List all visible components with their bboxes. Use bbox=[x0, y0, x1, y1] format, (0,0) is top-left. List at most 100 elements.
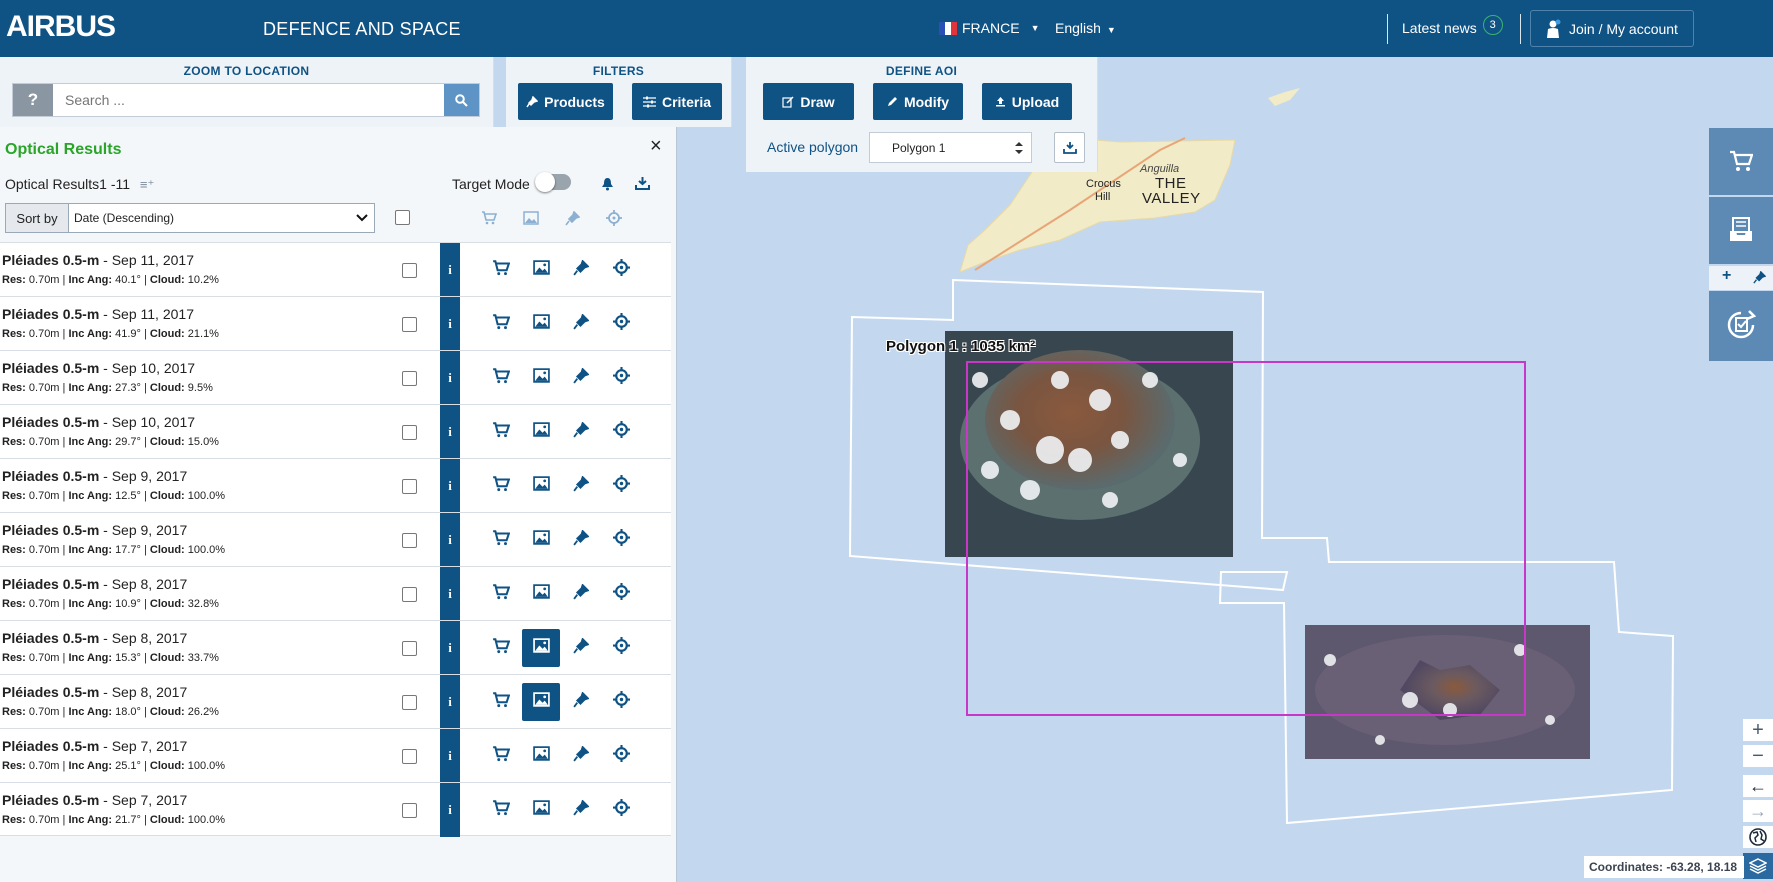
result-checkbox[interactable] bbox=[402, 317, 417, 332]
preview-image-button[interactable] bbox=[522, 791, 560, 829]
info-button[interactable]: i bbox=[440, 567, 460, 621]
result-checkbox[interactable] bbox=[402, 641, 417, 656]
pin-button[interactable] bbox=[562, 629, 600, 667]
list-options-icon[interactable]: ≡⁺ bbox=[140, 177, 154, 192]
target-mode-toggle[interactable] bbox=[535, 172, 571, 192]
pin-button[interactable] bbox=[562, 413, 600, 451]
info-button[interactable]: i bbox=[440, 351, 460, 405]
globe-icon[interactable] bbox=[1743, 826, 1773, 848]
result-row[interactable]: Pléiades 0.5-m - Sep 7, 2017 Res: 0.70m … bbox=[0, 728, 671, 783]
download-polygon-button[interactable] bbox=[1054, 132, 1085, 163]
add-to-cart-button[interactable] bbox=[482, 791, 520, 829]
target-icon[interactable] bbox=[606, 210, 622, 226]
locate-button[interactable] bbox=[602, 467, 640, 505]
locate-button[interactable] bbox=[602, 791, 640, 829]
close-results-button[interactable]: × bbox=[650, 135, 662, 158]
preview-image-button[interactable] bbox=[522, 575, 560, 613]
zoom-in-button[interactable]: + bbox=[1743, 719, 1773, 741]
add-to-cart-button[interactable] bbox=[482, 467, 520, 505]
back-arrow-icon[interactable]: ← bbox=[1743, 775, 1773, 797]
result-row[interactable]: Pléiades 0.5-m - Sep 11, 2017 Res: 0.70m… bbox=[0, 242, 671, 297]
info-button[interactable]: i bbox=[440, 783, 460, 837]
result-row[interactable]: Pléiades 0.5-m - Sep 8, 2017 Res: 0.70m … bbox=[0, 566, 671, 621]
result-row[interactable]: Pléiades 0.5-m - Sep 10, 2017 Res: 0.70m… bbox=[0, 404, 671, 459]
add-to-cart-button[interactable] bbox=[482, 737, 520, 775]
info-button[interactable]: i bbox=[440, 675, 460, 729]
result-checkbox[interactable] bbox=[402, 695, 417, 710]
zoom-out-button[interactable]: − bbox=[1743, 745, 1773, 767]
sort-select[interactable]: Sort by Date (Descending) bbox=[5, 203, 375, 233]
add-to-cart-button[interactable] bbox=[482, 683, 520, 721]
info-button[interactable]: i bbox=[440, 513, 460, 567]
layers-icon[interactable] bbox=[1743, 853, 1773, 879]
bell-icon[interactable] bbox=[601, 177, 614, 191]
latest-news-link[interactable]: Latest news 3 bbox=[1402, 15, 1503, 36]
search-input[interactable] bbox=[53, 84, 444, 116]
locate-button[interactable] bbox=[602, 683, 640, 721]
preview-image-button[interactable] bbox=[522, 413, 560, 451]
airbus-logo[interactable]: AIRBUS bbox=[6, 10, 116, 44]
preview-image-button[interactable] bbox=[522, 737, 560, 775]
help-button[interactable]: ? bbox=[13, 84, 53, 116]
add-to-cart-button[interactable] bbox=[482, 575, 520, 613]
preview-image-button[interactable] bbox=[522, 359, 560, 397]
add-to-cart-button[interactable] bbox=[482, 413, 520, 451]
result-checkbox[interactable] bbox=[402, 587, 417, 602]
language-selector[interactable]: English ▼ bbox=[1055, 20, 1116, 36]
info-button[interactable]: i bbox=[440, 243, 460, 297]
add-to-cart-button[interactable] bbox=[482, 359, 520, 397]
info-button[interactable]: i bbox=[440, 459, 460, 513]
add-to-cart-button[interactable] bbox=[482, 251, 520, 289]
modify-button[interactable]: Modify bbox=[873, 83, 963, 120]
result-row[interactable]: Pléiades 0.5-m - Sep 9, 2017 Res: 0.70m … bbox=[0, 512, 671, 567]
locate-button[interactable] bbox=[602, 251, 640, 289]
catalog-panel-button[interactable] bbox=[1709, 197, 1773, 264]
info-button[interactable]: i bbox=[440, 405, 460, 459]
image-icon[interactable] bbox=[523, 211, 539, 225]
active-polygon-select[interactable]: Polygon 1 bbox=[869, 132, 1032, 163]
task-panel-button[interactable] bbox=[1709, 291, 1773, 361]
result-checkbox[interactable] bbox=[402, 533, 417, 548]
pin-button[interactable] bbox=[562, 521, 600, 559]
result-row[interactable]: Pléiades 0.5-m - Sep 9, 2017 Res: 0.70m … bbox=[0, 458, 671, 513]
criteria-button[interactable]: Criteria bbox=[632, 83, 722, 120]
select-all-checkbox[interactable] bbox=[395, 210, 410, 225]
locate-button[interactable] bbox=[602, 359, 640, 397]
result-checkbox[interactable] bbox=[402, 803, 417, 818]
country-selector[interactable]: FRANCE ▼ bbox=[939, 20, 1039, 36]
preview-image-button[interactable] bbox=[522, 629, 560, 667]
preview-image-button[interactable] bbox=[522, 251, 560, 289]
pin-button[interactable] bbox=[562, 251, 600, 289]
preview-image-button[interactable] bbox=[522, 683, 560, 721]
products-button[interactable]: Products bbox=[518, 83, 613, 120]
info-button[interactable]: i bbox=[440, 621, 460, 675]
info-button[interactable]: i bbox=[440, 297, 460, 351]
result-row[interactable]: Pléiades 0.5-m - Sep 8, 2017 Res: 0.70m … bbox=[0, 620, 671, 675]
add-to-cart-button[interactable] bbox=[482, 305, 520, 343]
upload-button[interactable]: Upload bbox=[982, 83, 1072, 120]
result-row[interactable]: Pléiades 0.5-m - Sep 8, 2017 Res: 0.70m … bbox=[0, 674, 671, 729]
forward-arrow-icon[interactable]: → bbox=[1743, 800, 1773, 822]
preview-image-button[interactable] bbox=[522, 467, 560, 505]
search-button[interactable] bbox=[444, 84, 479, 116]
result-checkbox[interactable] bbox=[402, 479, 417, 494]
add-to-cart-button[interactable] bbox=[482, 521, 520, 559]
info-button[interactable]: i bbox=[440, 729, 460, 783]
pin-button[interactable] bbox=[562, 737, 600, 775]
result-row[interactable]: Pléiades 0.5-m - Sep 11, 2017 Res: 0.70m… bbox=[0, 296, 671, 351]
preview-image-button[interactable] bbox=[522, 305, 560, 343]
pin-button[interactable] bbox=[562, 305, 600, 343]
pin-button[interactable] bbox=[562, 467, 600, 505]
preview-image-button[interactable] bbox=[522, 521, 560, 559]
pin-icon[interactable] bbox=[1753, 271, 1766, 284]
result-row[interactable]: Pléiades 0.5-m - Sep 7, 2017 Res: 0.70m … bbox=[0, 782, 671, 837]
download-tray-icon[interactable] bbox=[635, 176, 650, 190]
pin-button[interactable] bbox=[562, 683, 600, 721]
locate-button[interactable] bbox=[602, 737, 640, 775]
result-row[interactable]: Pléiades 0.5-m - Sep 10, 2017 Res: 0.70m… bbox=[0, 350, 671, 405]
locate-button[interactable] bbox=[602, 575, 640, 613]
locate-button[interactable] bbox=[602, 521, 640, 559]
add-to-cart-button[interactable] bbox=[482, 629, 520, 667]
result-checkbox[interactable] bbox=[402, 749, 417, 764]
result-checkbox[interactable] bbox=[402, 371, 417, 386]
